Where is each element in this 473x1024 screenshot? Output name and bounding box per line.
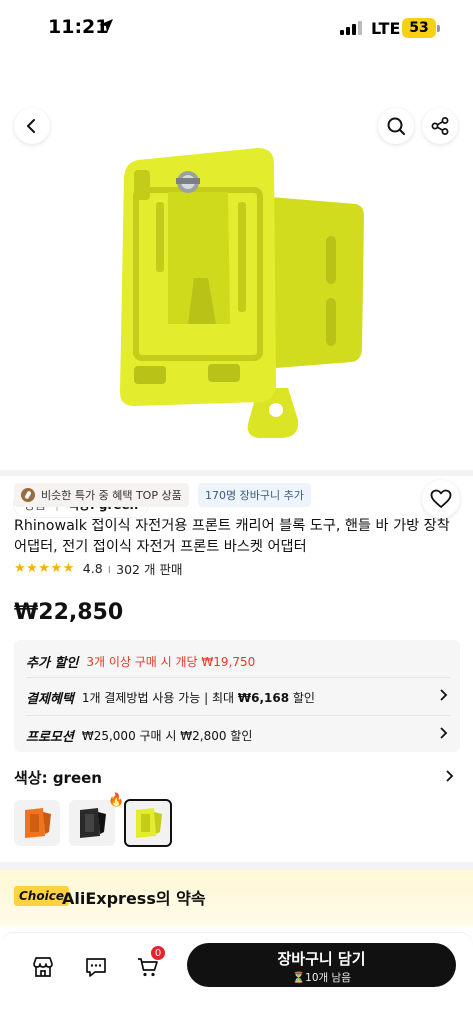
promo-divider [26, 715, 450, 716]
chat-button[interactable] [82, 953, 110, 981]
product-title: Rhinowalk 접이식 자전거용 프론트 캐리어 블록 도구, 핸들 바 가… [14, 518, 450, 555]
status-bar: 11:21 LTE 53 [0, 0, 473, 56]
extra-discount-value: 3개 이상 구매 시 개당 ₩19,750 [86, 655, 256, 669]
promotion-row[interactable]: 프로모션 ₩25,000 구매 시 ₩2,800 할인 [26, 726, 450, 745]
promotion-label: 프로모션 [26, 730, 74, 745]
chevron-left-icon [27, 119, 35, 133]
store-icon [33, 957, 53, 977]
sold-count: 302 개 판매 [116, 562, 183, 577]
chat-icon [86, 958, 106, 977]
share-icon [431, 117, 449, 135]
heart-icon [430, 489, 452, 508]
extra-discount-label: 추가 할인 [26, 656, 79, 671]
color-heading[interactable]: 색상: green [14, 767, 102, 788]
product-price: ₩22,850 [14, 600, 124, 625]
promotion-box: 추가 할인 3개 이상 구매 시 개당 ₩19,750 결제혜택 1개 결제방법… [14, 640, 460, 752]
chevron-right-icon [440, 689, 448, 701]
bottom-action-bar: 0 장바구니 담기 ⏳10개 남음 [0, 932, 473, 1024]
store-button[interactable] [29, 953, 57, 981]
add-to-cart-button[interactable]: 장바구니 담기 ⏳10개 남음 [187, 943, 456, 987]
product-gallery[interactable]: 상품 | 색상: green [0, 56, 473, 518]
chevron-right-icon[interactable] [444, 769, 456, 783]
network-type: LTE [371, 19, 401, 38]
rating-value: 4.8 [82, 561, 103, 576]
battery-icon: 53 [402, 18, 436, 38]
add-to-cart-label: 장바구니 담기 [277, 950, 366, 968]
top-deal-badge: 비슷한 특가 중 혜택 TOP 상품 [14, 483, 189, 507]
section-divider [0, 470, 473, 476]
payment-benefit-label: 결제혜택 [26, 692, 74, 707]
choice-tag: Choice [14, 886, 69, 906]
promotion-value: ₩25,000 구매 시 ₩2,800 할인 [81, 729, 253, 743]
payment-benefit-amount: ₩6,168 [237, 691, 290, 705]
payment-benefit-value: 1개 결제방법 사용 가능 | 최대 ₩6,168 할인 [82, 689, 315, 706]
location-arrow-icon [99, 19, 113, 33]
rating-row[interactable]: ★★★★★ 4.8 ı 302 개 판매 [14, 559, 182, 578]
signal-icon [340, 21, 362, 35]
black-adapter-thumbnail [80, 808, 106, 838]
share-button[interactable] [422, 108, 458, 144]
promo-divider [26, 677, 450, 678]
product-image [120, 148, 364, 438]
top-deal-text: 비슷한 특가 중 혜택 TOP 상품 [41, 489, 182, 502]
cart-badge: 0 [150, 945, 166, 961]
color-option-green[interactable] [124, 799, 172, 847]
cart-count-text: 170명 장바구니 추가 [205, 489, 304, 502]
payment-benefit-row[interactable]: 결제혜택 1개 결제방법 사용 가능 | 최대 ₩6,168 할인 [26, 688, 450, 707]
battery-tip [437, 25, 440, 32]
stock-remaining: ⏳10개 남음 [292, 972, 351, 984]
wishlist-button[interactable] [422, 480, 460, 518]
fire-icon: 🔥 [108, 793, 125, 808]
search-button[interactable] [378, 108, 414, 144]
section-divider [0, 862, 473, 870]
green-adapter-thumbnail [136, 808, 162, 838]
cart-count-badge: 170명 장바구니 추가 [198, 483, 311, 507]
choice-text: AliExpress의 약속 [62, 889, 206, 908]
medal-icon [21, 488, 35, 502]
chevron-right-icon [440, 727, 448, 739]
extra-discount-row: 추가 할인 3개 이상 구매 시 개당 ₩19,750 [26, 652, 450, 671]
color-option-orange[interactable] [14, 800, 60, 846]
payment-benefit-text: 1개 결제방법 사용 가능 | 최대 [81, 691, 238, 705]
payment-benefit-suffix: 할인 [289, 691, 315, 705]
back-button[interactable] [14, 108, 50, 144]
search-icon [387, 117, 405, 135]
rating-separator: ı [107, 561, 112, 576]
choice-banner[interactable]: Choice AliExpress의 약속 [0, 870, 473, 926]
rating-stars: ★★★★★ [14, 561, 75, 576]
orange-adapter-thumbnail [25, 808, 51, 838]
